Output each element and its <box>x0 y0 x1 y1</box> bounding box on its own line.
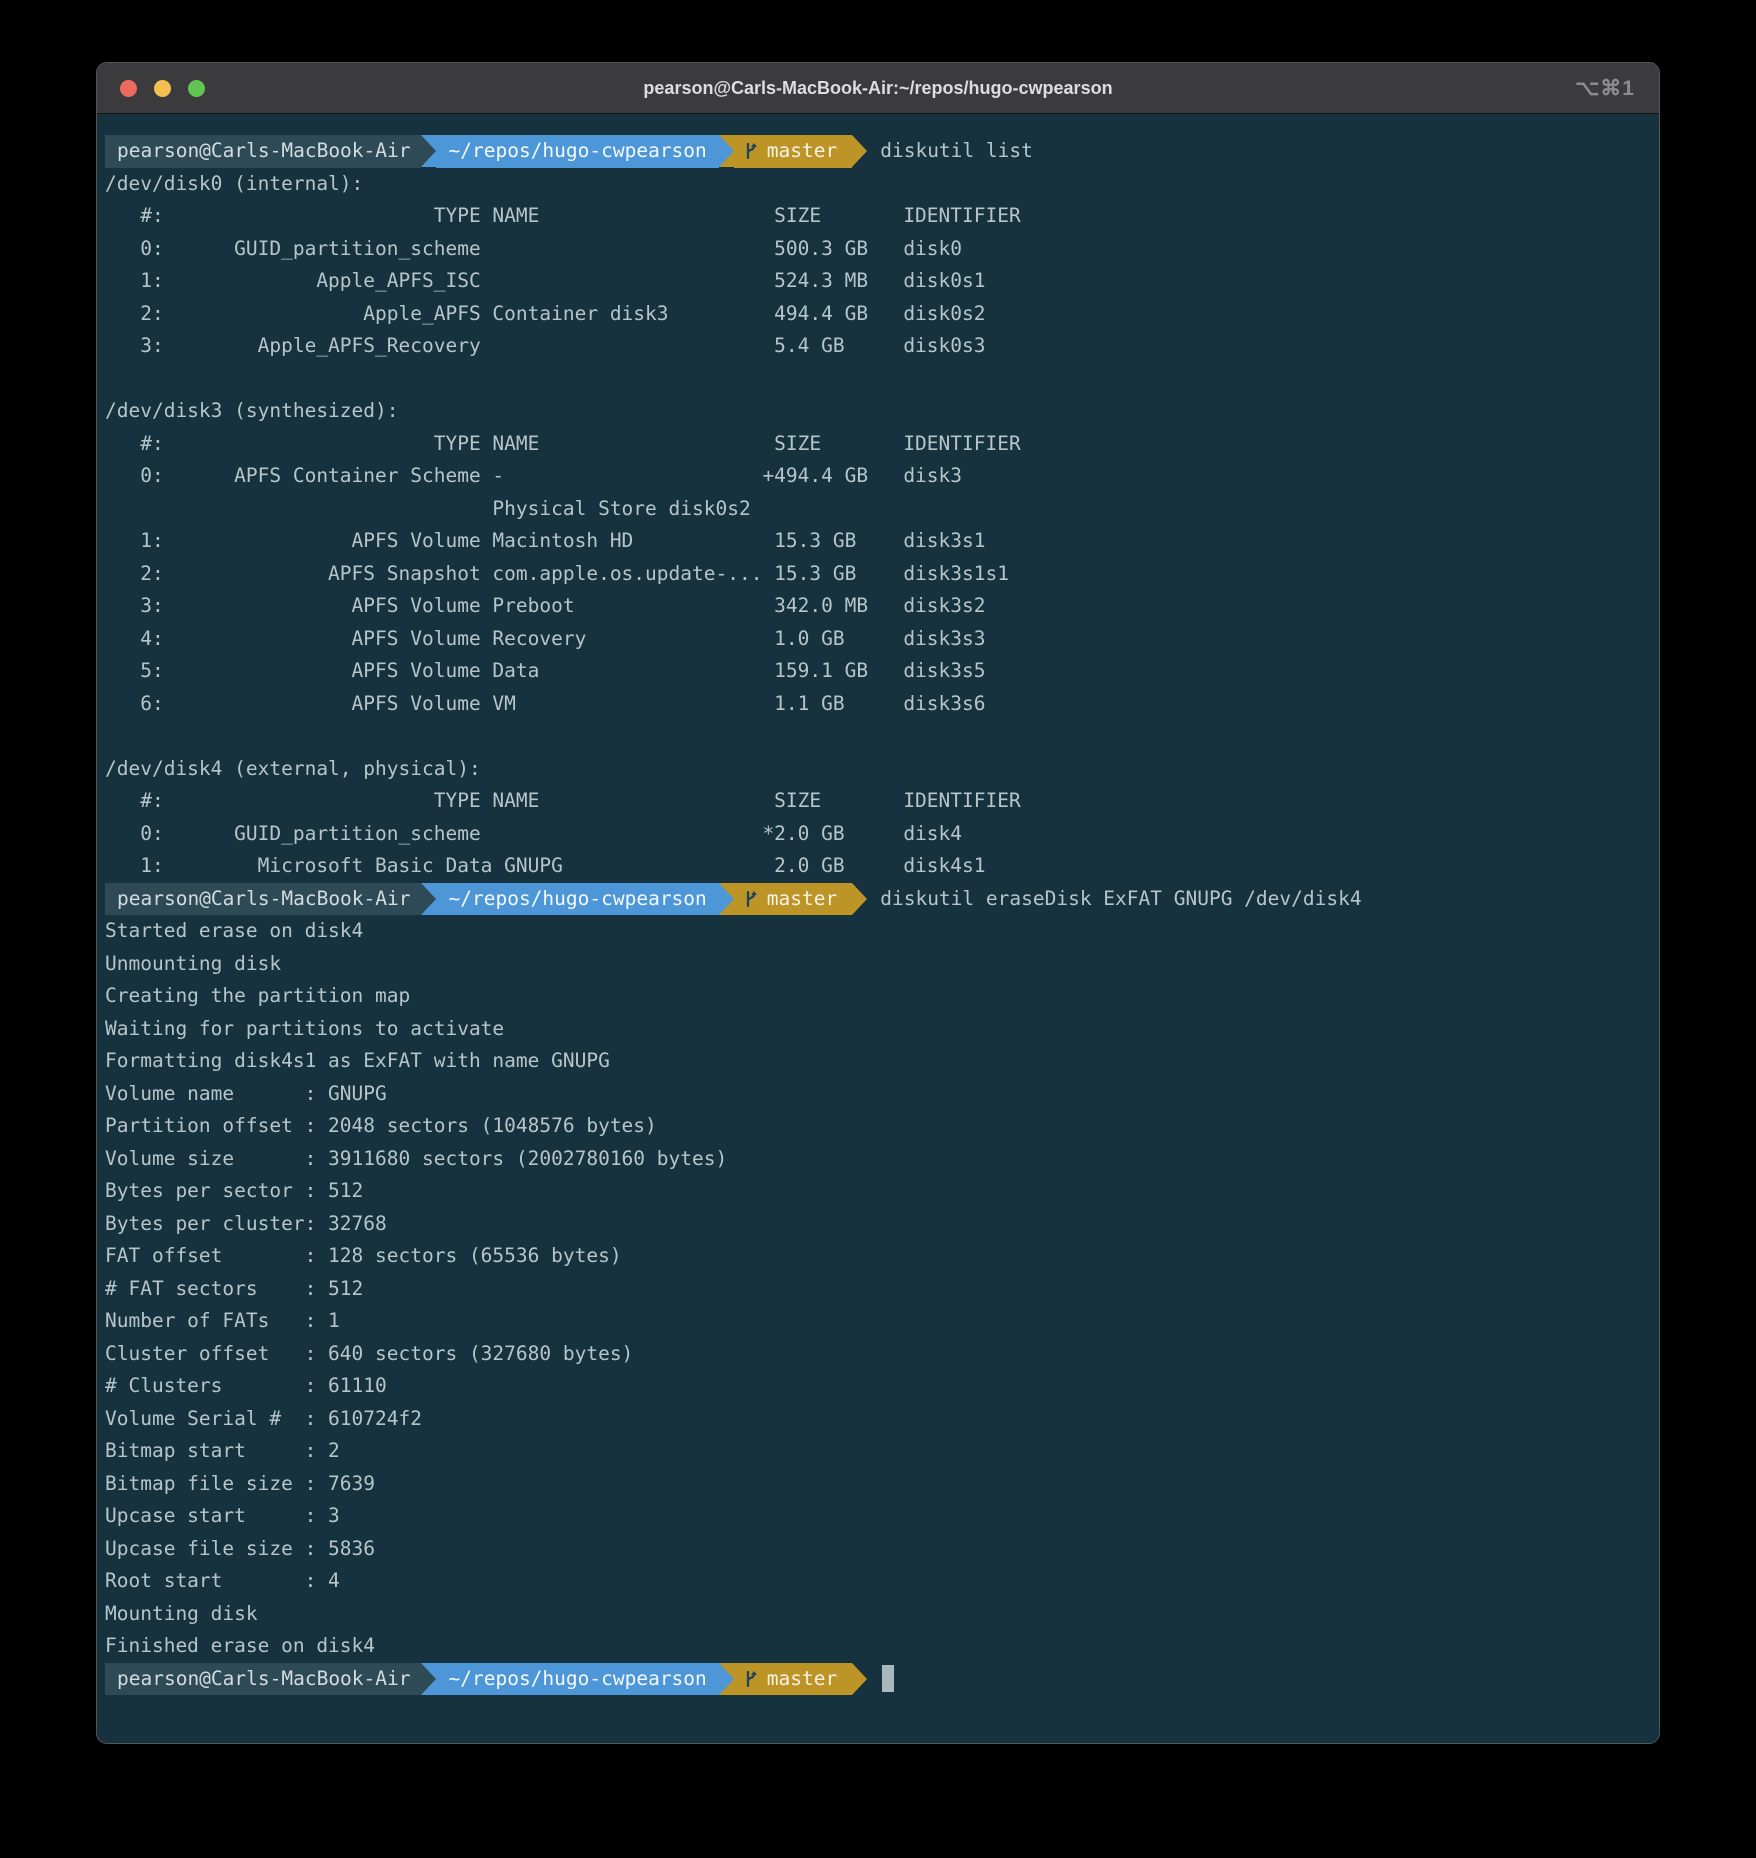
prompt-git-segment: master <box>734 883 852 916</box>
terminal-screen[interactable]: pearson@Carls-MacBook-Air ~/repos/hugo-c… <box>97 114 1659 1695</box>
powerline-arrow-icon <box>719 135 734 167</box>
diskutil-list-output: /dev/disk0 (internal): #: TYPE NAME SIZE… <box>105 168 1651 883</box>
git-branch-icon <box>743 142 759 160</box>
prompt-line-2: pearson@Carls-MacBook-Air ~/repos/hugo-c… <box>105 883 1651 916</box>
traffic-lights <box>97 80 205 97</box>
prompt-user-host: pearson@Carls-MacBook-Air <box>105 135 421 168</box>
prompt-git-segment: master <box>734 135 852 168</box>
prompt-git-segment: master <box>734 1663 852 1696</box>
prompt-cwd: ~/repos/hugo-cwpearson <box>436 1663 719 1696</box>
powerline-arrow-icon <box>421 883 436 915</box>
prompt-cwd: ~/repos/hugo-cwpearson <box>436 883 719 916</box>
window-title: pearson@Carls-MacBook-Air:~/repos/hugo-c… <box>97 78 1659 99</box>
prompt-branch-name: master <box>767 135 837 168</box>
prompt-branch-name: master <box>767 883 837 916</box>
terminal-cursor <box>882 1665 894 1692</box>
prompt-cwd: ~/repos/hugo-cwpearson <box>436 135 719 168</box>
powerline-arrow-icon <box>421 1663 436 1695</box>
terminal-window: pearson@Carls-MacBook-Air:~/repos/hugo-c… <box>96 62 1660 1744</box>
prompt-line-1: pearson@Carls-MacBook-Air ~/repos/hugo-c… <box>105 135 1651 168</box>
close-button[interactable] <box>120 80 137 97</box>
erase-disk-output: Started erase on disk4 Unmounting disk C… <box>105 915 1651 1663</box>
powerline-arrow-icon <box>421 135 436 167</box>
git-branch-icon <box>743 1670 759 1688</box>
powerline-arrow-icon <box>719 1663 734 1695</box>
powerline-arrow-icon <box>852 883 867 915</box>
prompt-user-host: pearson@Carls-MacBook-Air <box>105 1663 421 1696</box>
minimize-button[interactable] <box>154 80 171 97</box>
prompt-user-host: pearson@Carls-MacBook-Air <box>105 883 421 916</box>
git-branch-icon <box>743 890 759 908</box>
powerline-arrow-icon <box>852 1663 867 1695</box>
powerline-arrow-icon <box>852 135 867 167</box>
prompt-branch-name: master <box>767 1663 837 1696</box>
window-titlebar[interactable]: pearson@Carls-MacBook-Air:~/repos/hugo-c… <box>97 63 1659 114</box>
powerline-arrow-icon <box>719 883 734 915</box>
command-text-2: diskutil eraseDisk ExFAT GNUPG /dev/disk… <box>880 883 1361 916</box>
command-text-1: diskutil list <box>880 135 1033 168</box>
prompt-line-3: pearson@Carls-MacBook-Air ~/repos/hugo-c… <box>105 1663 1651 1696</box>
zoom-button[interactable] <box>188 80 205 97</box>
window-shortcut-badge: ⌥⌘1 <box>1575 76 1659 101</box>
